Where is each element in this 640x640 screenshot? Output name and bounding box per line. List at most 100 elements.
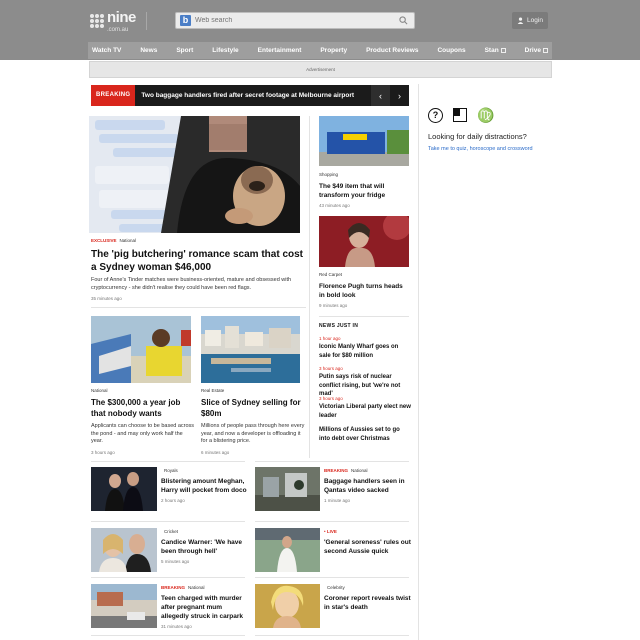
side-story[interactable]: Red Carpet Florence Pugh turns heads in … — [319, 272, 409, 308]
divider — [255, 577, 409, 578]
header-divider — [146, 12, 147, 30]
nav-news[interactable]: News — [140, 47, 157, 54]
news-headline[interactable]: Iconic Manly Wharf goes on sale for $80 … — [319, 343, 411, 360]
nav-product-reviews[interactable]: Product Reviews — [366, 47, 418, 54]
nine-logo[interactable]: nine .com.au — [90, 10, 136, 33]
breaking-text[interactable]: Two baggage handlers fired after secret … — [141, 92, 371, 99]
story-kicker: National — [91, 388, 108, 393]
lead-image[interactable] — [89, 116, 300, 233]
story-summary: Millions of people pass through here eve… — [201, 423, 305, 444]
story-headline[interactable]: Blistering amount Meghan, Harry will poc… — [161, 477, 247, 495]
lead-headline[interactable]: The 'pig butchering' romance scam that c… — [91, 248, 305, 274]
news-just-in-item[interactable]: Millions of Aussies set to go into debt … — [319, 426, 411, 443]
logo-dots-icon — [90, 14, 104, 28]
rail-link[interactable]: Take me to quiz, horoscope and crossword — [428, 146, 533, 152]
candice-warner-photo — [91, 528, 157, 572]
grid-story[interactable]: Celebrity Coroner report reveals twist i… — [324, 585, 412, 615]
story-headline[interactable]: The $49 item that will transform your fr… — [319, 182, 409, 200]
story-headline[interactable]: Teen charged with murder after pregnant … — [161, 594, 247, 621]
search-icon[interactable] — [399, 16, 408, 25]
distraction-icons: ? ♍ — [428, 108, 494, 123]
grid-story[interactable]: BREAKING National Teen charged with murde… — [161, 585, 247, 629]
nav-property[interactable]: Property — [320, 47, 347, 54]
story-image[interactable] — [319, 216, 409, 267]
story-time: 1 minute ago — [324, 498, 351, 503]
lead-photo — [89, 116, 300, 233]
side-story[interactable]: Shopping The $49 item that will transfor… — [319, 172, 409, 208]
story-image[interactable] — [319, 116, 409, 166]
nav-stan: Stan — [484, 47, 499, 54]
rail-divider — [418, 84, 419, 640]
chevron-right-icon[interactable]: › — [390, 85, 409, 106]
news-just-in-item[interactable]: 3 hours ago Putin says risk of nuclear c… — [319, 366, 411, 399]
chevron-left-icon[interactable]: ‹ — [371, 85, 390, 106]
live-badge: • LIVE — [324, 529, 337, 534]
lead-time: 35 minutes ago — [91, 296, 122, 301]
story-kicker-label: National — [351, 468, 368, 473]
story-headline[interactable]: Coroner report reveals twist in star's d… — [324, 594, 412, 612]
story-headline[interactable]: Baggage handlers seen in Qantas video sa… — [324, 477, 412, 495]
story-image[interactable] — [91, 316, 191, 383]
news-just-in-title: NEWS JUST IN — [319, 323, 359, 329]
column-divider — [309, 116, 310, 458]
story-time: 9 minutes ago — [319, 303, 348, 308]
news-time: 3 hours ago — [319, 396, 343, 401]
story-kicker: Royals — [161, 468, 247, 473]
grid-icon — [542, 47, 548, 53]
sydney-wharf-photo — [201, 316, 300, 383]
news-just-in-item[interactable]: 1 hour ago Iconic Manly Wharf goes on sa… — [319, 336, 411, 360]
story-image[interactable] — [91, 467, 157, 511]
story-image[interactable] — [91, 584, 157, 628]
story-time: 6 minutes ago — [201, 449, 230, 455]
bing-icon: b — [180, 15, 191, 26]
story-headline[interactable]: The $300,000 a year job that nobody want… — [91, 397, 195, 419]
crossword-icon[interactable] — [453, 108, 467, 122]
login-label: Login — [527, 17, 543, 24]
grid-story[interactable]: Royals Blistering amount Meghan, Harry w… — [161, 468, 247, 503]
story-headline[interactable]: Florence Pugh turns heads in bold look — [319, 282, 409, 300]
story-kicker: Red Carpet — [319, 272, 343, 277]
ad-banner[interactable]: Advertisement — [89, 61, 552, 78]
divider — [91, 521, 245, 522]
nav-drive: Drive — [524, 47, 541, 54]
story-image[interactable] — [201, 316, 300, 383]
user-icon — [517, 17, 524, 24]
nav-lifestyle[interactable]: Lifestyle — [212, 47, 238, 54]
red-carpet-photo — [319, 216, 409, 267]
story-summary: Applicants can choose to be based across… — [91, 423, 195, 444]
nav-sport[interactable]: Sport — [176, 47, 193, 54]
login-button[interactable]: Login — [512, 12, 548, 29]
story-card[interactable]: National The $300,000 a year job that no… — [91, 388, 195, 455]
story-headline[interactable]: Slice of Sydney selling for $80m — [201, 397, 305, 419]
story-kicker-tag: BREAKING — [324, 468, 349, 473]
news-just-in-item[interactable]: 3 hours ago Victorian Liberal party elec… — [319, 396, 411, 420]
nav-watch-tv[interactable]: Watch TV — [92, 47, 121, 54]
nav-drive-wrap[interactable]: Drive — [525, 47, 548, 54]
royals-photo — [91, 467, 157, 511]
story-image[interactable] — [255, 467, 320, 511]
story-kicker-tag: BREAKING — [161, 585, 186, 590]
story-image[interactable] — [91, 528, 157, 572]
news-time: 1 hour ago — [319, 336, 341, 341]
story-image[interactable] — [255, 528, 320, 572]
story-headline[interactable]: Candice Warner: 'We have been through he… — [161, 538, 247, 556]
main-nav: Watch TV News Sport Lifestyle Entertainm… — [88, 42, 552, 59]
search-box: b — [175, 12, 415, 29]
divider — [91, 461, 245, 462]
grid-story[interactable]: BREAKING National Baggage handlers seen i… — [324, 468, 412, 503]
breaking-news-bar[interactable]: BREAKING Two baggage handlers fired afte… — [91, 85, 409, 106]
nav-coupons[interactable]: Coupons — [437, 47, 465, 54]
news-headline[interactable]: Victorian Liberal party elect new leader — [319, 403, 411, 420]
nav-stan-wrap[interactable]: Stan — [485, 47, 506, 54]
story-card[interactable]: Real Estate Slice of Sydney selling for … — [201, 388, 305, 455]
quiz-icon[interactable]: ? — [428, 108, 443, 123]
news-headline[interactable]: Putin says risk of nuclear conflict risi… — [319, 373, 411, 399]
nav-entertainment[interactable]: Entertainment — [258, 47, 302, 54]
grid-story[interactable]: • LIVE 'General soreness' rules out seco… — [324, 529, 412, 559]
story-image[interactable] — [255, 584, 320, 628]
search-input[interactable] — [195, 15, 395, 26]
horoscope-icon[interactable]: ♍ — [477, 108, 494, 123]
news-headline[interactable]: Millions of Aussies set to go into debt … — [319, 426, 411, 443]
story-headline[interactable]: 'General soreness' rules out second Auss… — [324, 538, 412, 556]
grid-story[interactable]: Cricket Candice Warner: 'We have been th… — [161, 529, 247, 564]
